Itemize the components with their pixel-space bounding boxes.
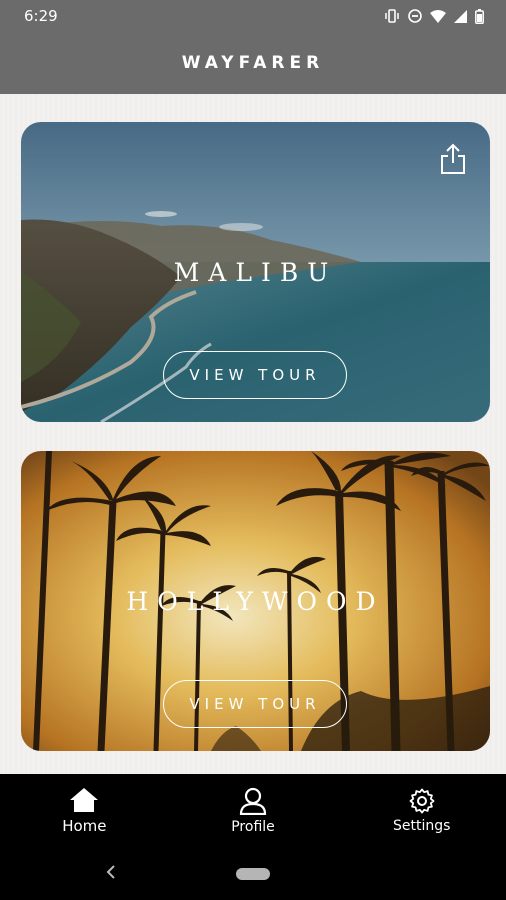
nav-label-settings: Settings	[392, 818, 451, 834]
nav-label-profile: Profile	[231, 819, 275, 835]
card-title-hollywood: HOLLYWOOD	[126, 587, 385, 616]
vibrate-icon	[384, 9, 400, 23]
dnd-icon	[408, 9, 422, 23]
status-time: 6:29	[24, 7, 58, 25]
tour-card-malibu[interactable]: MALIBU VIEW TOUR	[21, 122, 490, 422]
status-bar: 6:29	[0, 0, 506, 32]
gear-icon	[409, 788, 435, 814]
system-nav	[0, 848, 506, 900]
tour-list[interactable]: MALIBU VIEW TOUR HOLLYWOOD VIEW TOUR	[0, 94, 506, 774]
app-title: WAYFARER	[181, 53, 325, 73]
profile-icon	[239, 787, 267, 815]
tour-card-hollywood[interactable]: HOLLYWOOD VIEW TOUR	[21, 451, 490, 751]
status-icons	[384, 8, 484, 24]
view-tour-button-malibu[interactable]: VIEW TOUR	[163, 351, 347, 399]
card-title-malibu: MALIBU	[173, 258, 338, 287]
nav-label-home: Home	[62, 817, 107, 835]
share-button[interactable]	[438, 142, 468, 176]
signal-icon	[454, 9, 467, 23]
home-gesture-pill[interactable]	[236, 868, 270, 880]
wifi-icon	[430, 9, 446, 23]
nav-item-home[interactable]: Home	[0, 774, 169, 848]
nav-item-profile[interactable]: Profile	[169, 774, 338, 848]
view-tour-button-hollywood[interactable]: VIEW TOUR	[163, 680, 347, 728]
back-chevron-icon[interactable]	[104, 862, 118, 882]
battery-icon	[475, 8, 484, 24]
nav-item-settings[interactable]: Settings	[337, 774, 506, 848]
share-icon	[441, 143, 465, 174]
bottom-nav: Home Profile Settings	[0, 774, 506, 848]
app-header: WAYFARER	[0, 32, 506, 94]
home-icon	[70, 788, 99, 812]
